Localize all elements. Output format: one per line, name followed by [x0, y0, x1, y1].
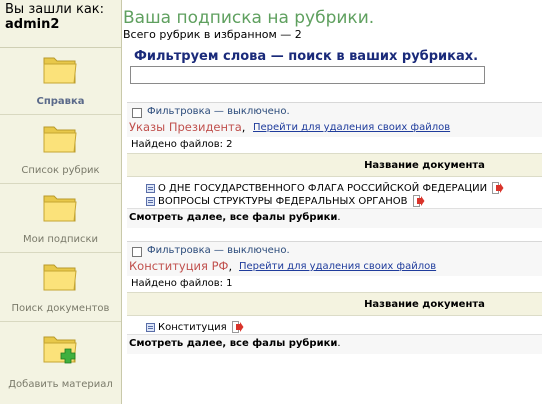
folder-add-icon [43, 336, 77, 364]
filter-status: Фильтровка — выключено. [147, 245, 290, 256]
rubric-block: Фильтровка — выключено. Конституция РФ, … [127, 241, 542, 354]
sidebar-item-label: Мои подписки [22, 234, 99, 245]
filter-checkbox[interactable] [132, 108, 142, 118]
page-title: Ваша подписка на рубрики. [123, 8, 375, 28]
favorites-count: Всего рубрик в избранном — 2 [123, 28, 302, 41]
rubric-block: Фильтровка — выключено. Указы Президента… [127, 102, 542, 228]
main-content: Ваша подписка на рубрики. Всего рубрик в… [123, 0, 542, 404]
sidebar-item-label: Добавить материал [8, 379, 113, 390]
document-link[interactable]: ВОПРОСЫ СТРУКТУРЫ ФЕДЕРАЛЬНЫХ ОРГАНОВ [158, 196, 407, 207]
sidebar-item-label: Справка [36, 96, 85, 107]
sidebar-item-rubric-list[interactable]: Список рубрик [0, 115, 121, 184]
filter-checkbox[interactable] [132, 247, 142, 257]
sidebar-item-my-subscriptions[interactable]: Мои подписки [0, 184, 121, 253]
document-icon [146, 323, 155, 332]
folder-icon [43, 126, 77, 153]
document-link[interactable]: О ДНЕ ГОСУДАРСТВЕННОГО ФЛАГА РОССИЙСКОЙ … [158, 183, 487, 194]
folder-icon [43, 57, 77, 84]
doc-table-header: Название документа [127, 153, 542, 177]
logged-in-label: Вы зашли как: [5, 2, 105, 17]
folder-icon [43, 264, 77, 291]
sidebar-item-add-material[interactable]: Добавить материал [0, 325, 121, 404]
found-count: Найдено файлов: 2 [131, 139, 233, 150]
arrow-right-icon[interactable] [231, 321, 244, 333]
document-icon [146, 197, 155, 206]
see-more-link[interactable]: Смотреть далее, все фалы рубрики. [127, 208, 542, 228]
delete-files-link[interactable]: Перейти для удаления своих файлов [239, 261, 436, 272]
see-more-link[interactable]: Смотреть далее, все фалы рубрики. [127, 334, 542, 354]
filter-heading: Фильтруем слова — поиск в ваших рубриках… [134, 49, 479, 64]
table-row: ВОПРОСЫ СТРУКТУРЫ ФЕДЕРАЛЬНЫХ ОРГАНОВ [127, 195, 542, 208]
delete-files-link[interactable]: Перейти для удаления своих файлов [253, 122, 450, 133]
arrow-right-icon[interactable] [412, 195, 425, 207]
rubric-name: Конституция РФ, [129, 259, 233, 273]
document-icon [146, 184, 155, 193]
table-row: Конституция [127, 321, 542, 334]
found-count: Найдено файлов: 1 [131, 278, 233, 289]
folder-icon [43, 195, 77, 222]
arrow-right-icon[interactable] [492, 182, 504, 194]
table-row: О ДНЕ ГОСУДАРСТВЕННОГО ФЛАГА РОССИЙСКОЙ … [127, 182, 542, 195]
filter-input[interactable] [130, 66, 485, 84]
document-link[interactable]: Конституция [158, 322, 227, 333]
username: admin2 [5, 17, 60, 32]
sidebar-item-label: Список рубрик [21, 165, 100, 176]
sidebar: Вы зашли как: admin2 Справка Список рубр… [0, 0, 122, 404]
sidebar-item-help[interactable]: Справка [0, 46, 121, 115]
sidebar-item-label: Поиск документов [11, 303, 110, 314]
filter-status: Фильтровка — выключено. [147, 106, 290, 117]
login-info: Вы зашли как: admin2 [0, 0, 121, 48]
doc-table-header: Название документа [127, 292, 542, 316]
rubric-name: Указы Президента, [129, 120, 246, 134]
sidebar-item-search-documents[interactable]: Поиск документов [0, 253, 121, 322]
